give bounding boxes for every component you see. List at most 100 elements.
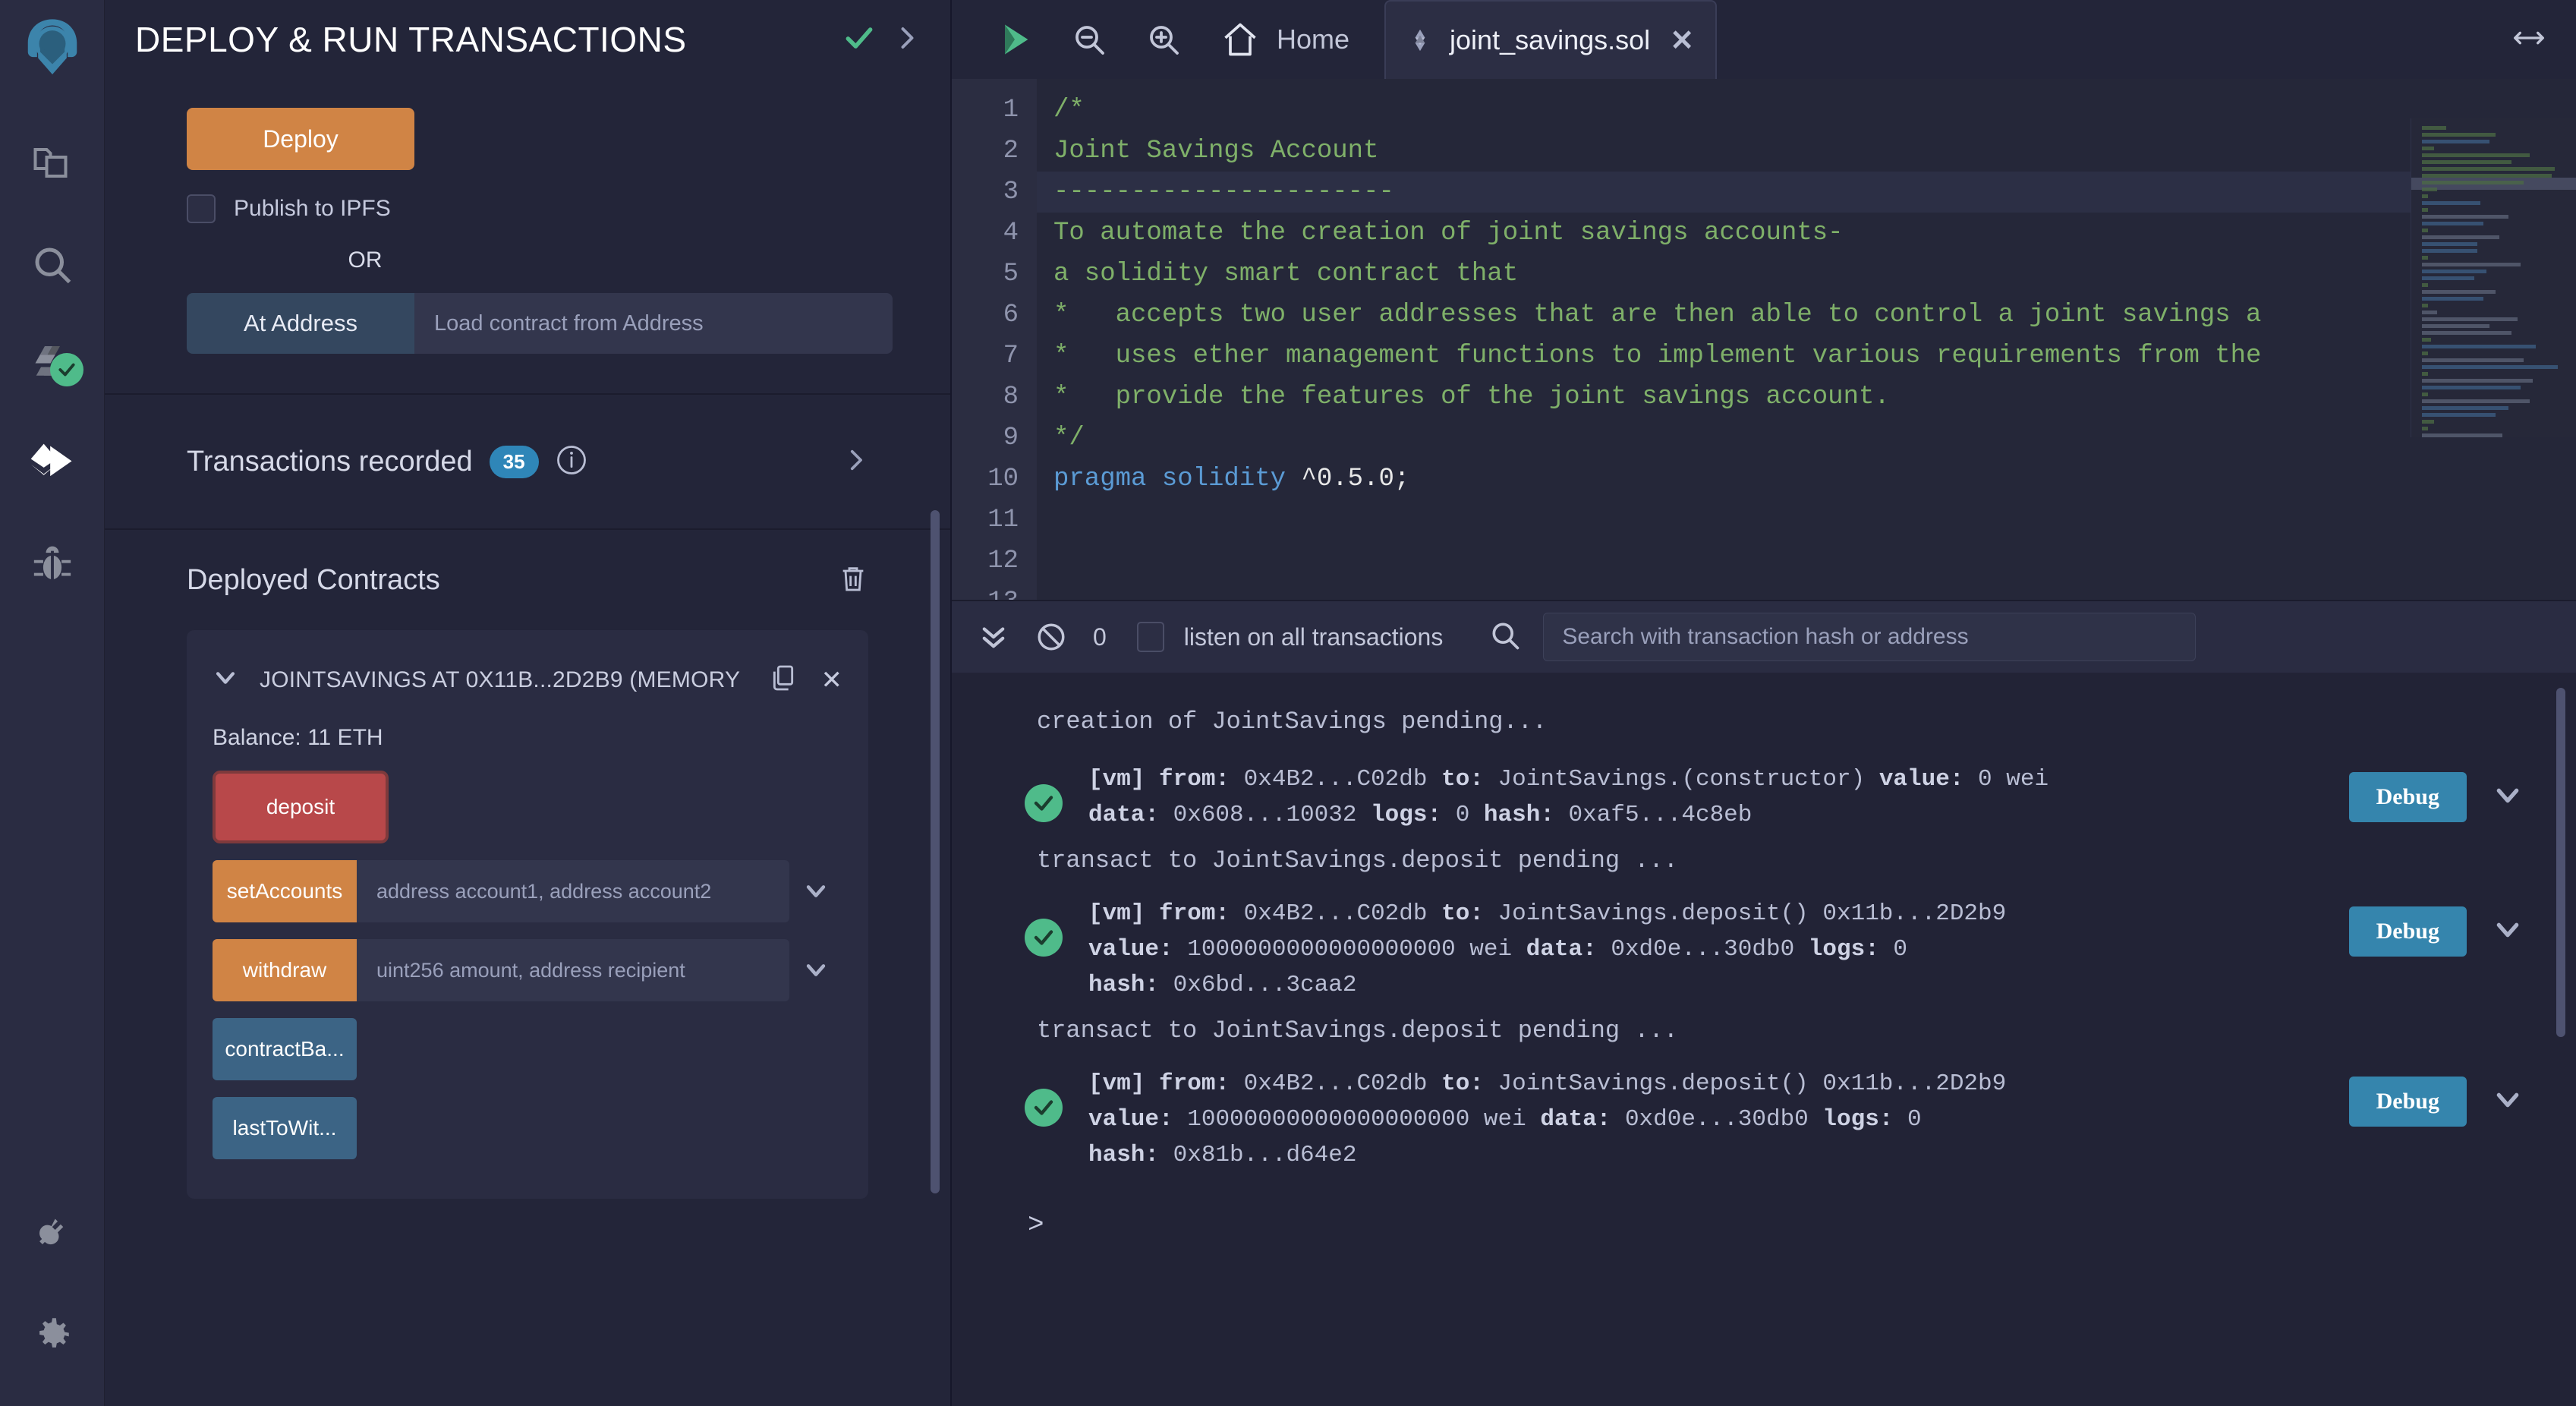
- deploy-section: Deploy Publish to IPFS OR At Address: [105, 79, 950, 354]
- transactions-recorded-row[interactable]: Transactions recorded 35: [105, 395, 950, 530]
- function-row-deposit: deposit: [213, 771, 842, 843]
- deploy-run-icon[interactable]: [0, 415, 105, 515]
- chevron-down-icon[interactable]: [213, 665, 238, 695]
- search-icon[interactable]: [0, 215, 105, 315]
- settings-icon[interactable]: [0, 1285, 105, 1385]
- listen-all-transactions-checkbox[interactable]: [1137, 622, 1164, 652]
- deploy-button[interactable]: Deploy: [187, 108, 414, 170]
- terminal-prompt[interactable]: >: [952, 1187, 2576, 1240]
- terminal-toolbar: 0 listen on all transactions: [952, 600, 2576, 673]
- plugin-manager-icon[interactable]: [0, 1184, 105, 1285]
- panel-chevron-right-icon[interactable]: [893, 21, 920, 58]
- code-minimap[interactable]: [2411, 118, 2576, 437]
- code-line: * uses ether management functions to imp…: [1037, 336, 2576, 377]
- compile-success-badge: [50, 353, 83, 386]
- at-address-input[interactable]: [414, 293, 893, 354]
- transaction-details: [vm] from: 0x4B2...C02db to: JointSaving…: [1088, 1066, 2349, 1173]
- line-number: 5: [952, 254, 1037, 295]
- function-row-contractbalance: contractBa...: [213, 1018, 842, 1080]
- trash-icon[interactable]: [838, 561, 868, 600]
- debug-button[interactable]: Debug: [2349, 772, 2467, 822]
- zoom-out-icon[interactable]: [1052, 21, 1126, 58]
- data-label: data:: [1526, 936, 1611, 963]
- transaction-details: [vm] from: 0x4B2...C02db to: JointSaving…: [1088, 761, 2349, 833]
- clear-console-icon[interactable]: [1035, 621, 1067, 653]
- from-value: 0x4B2...C02db: [1244, 766, 1441, 793]
- expand-setAccounts-icon[interactable]: [789, 860, 842, 922]
- line-number-gutter: 1 2 3 4 5 6 7 8 9 10 11 12 13: [952, 79, 1037, 600]
- value-label: value:: [1879, 766, 1978, 793]
- terminal-output[interactable]: creation of JointSavings pending... [vm]…: [952, 673, 2576, 1406]
- log-line: transact to JointSavings.deposit pending…: [952, 846, 2576, 882]
- vm-tag: [vm]: [1088, 900, 1159, 927]
- to-value: JointSavings.deposit() 0x11b...2D2b9: [1498, 900, 2007, 927]
- solidity-compiler-icon[interactable]: [0, 315, 105, 415]
- terminal-search-icon[interactable]: [1488, 619, 1522, 656]
- chevron-down-icon[interactable]: [2493, 915, 2523, 949]
- to-value: JointSavings.deposit() 0x11b...2D2b9: [1498, 1070, 2007, 1097]
- hash-label: hash:: [1088, 1142, 1173, 1168]
- chevron-down-icon[interactable]: [2493, 780, 2523, 815]
- zoom-in-icon[interactable]: [1126, 21, 1201, 58]
- line-number: 11: [952, 500, 1037, 541]
- terminal-search-input[interactable]: [1543, 613, 2196, 661]
- publish-ipfs-checkbox[interactable]: [187, 194, 216, 223]
- solidity-file-icon: [1407, 23, 1433, 58]
- chevron-down-icon[interactable]: [2493, 1085, 2523, 1119]
- terminal-scrollbar[interactable]: [2556, 688, 2565, 1037]
- debug-button[interactable]: Debug: [2349, 1077, 2467, 1127]
- home-tab-label: Home: [1277, 24, 1349, 55]
- code-keyword: pragma solidity: [1053, 465, 1301, 493]
- debug-button[interactable]: Debug: [2349, 906, 2467, 957]
- at-address-button[interactable]: At Address: [187, 293, 414, 354]
- code-text-area[interactable]: /* Joint Savings Account ---------------…: [1037, 79, 2576, 600]
- log-line: creation of JointSavings pending...: [952, 695, 2576, 748]
- function-row-setaccounts: setAccounts: [213, 860, 842, 922]
- logs-label: logs:: [1822, 1106, 1907, 1133]
- hash-value: 0x81b...d64e2: [1173, 1142, 1357, 1168]
- left-panel-scrollbar[interactable]: [931, 510, 940, 1193]
- to-label: to:: [1441, 766, 1497, 793]
- info-icon[interactable]: [556, 444, 587, 480]
- debugger-icon[interactable]: [0, 515, 105, 616]
- function-row-lasttowithdraw: lastToWit...: [213, 1097, 842, 1159]
- file-explorer-icon[interactable]: [0, 115, 105, 215]
- home-tab[interactable]: Home: [1220, 20, 1349, 59]
- run-script-icon[interactable]: [978, 20, 1052, 59]
- code-version: ^0.5.0;: [1301, 465, 1409, 493]
- tab-joint-savings-sol[interactable]: joint_savings.sol ✕: [1384, 0, 1717, 79]
- listen-all-transactions-label: listen on all transactions: [1184, 623, 1444, 651]
- hash-label: hash:: [1088, 972, 1173, 998]
- line-number: 1: [952, 90, 1037, 131]
- transactions-recorded-label: Transactions recorded: [187, 446, 473, 478]
- panel-check-icon[interactable]: [842, 21, 876, 58]
- hash-value: 0xaf5...4c8eb: [1569, 802, 1752, 828]
- success-check-icon: [1025, 919, 1063, 957]
- function-button-deposit[interactable]: deposit: [213, 771, 389, 843]
- expand-editor-icon[interactable]: [2509, 23, 2549, 57]
- chevron-right-icon[interactable]: [842, 443, 868, 481]
- value-amount: 0 wei: [1978, 766, 2049, 793]
- function-input-withdraw[interactable]: [357, 939, 789, 1001]
- code-line: Joint Savings Account: [1037, 131, 2576, 172]
- expand-withdraw-icon[interactable]: [789, 939, 842, 1001]
- or-separator-label: OR: [187, 247, 543, 273]
- publish-ipfs-label: Publish to IPFS: [234, 196, 391, 222]
- copy-icon[interactable]: [768, 660, 798, 699]
- function-button-withdraw[interactable]: withdraw: [213, 939, 357, 1001]
- remix-logo-icon[interactable]: [20, 15, 85, 84]
- deployed-contracts-header: Deployed Contracts: [105, 530, 950, 630]
- logs-value: 0: [1456, 802, 1484, 828]
- collapse-terminal-icon[interactable]: [978, 621, 1009, 653]
- close-contract-icon[interactable]: ✕: [821, 665, 843, 695]
- function-input-setAccounts[interactable]: [357, 860, 789, 922]
- function-button-contractBalance[interactable]: contractBa...: [213, 1018, 357, 1080]
- function-button-setAccounts[interactable]: setAccounts: [213, 860, 357, 922]
- line-number: 3: [952, 172, 1037, 213]
- publish-ipfs-row: Publish to IPFS: [187, 194, 868, 223]
- line-number: 2: [952, 131, 1037, 172]
- editor-and-terminal: Home joint_savings.sol ✕ 1 2 3: [952, 0, 2576, 1406]
- function-button-lastToWithdraw[interactable]: lastToWit...: [213, 1097, 357, 1159]
- close-icon[interactable]: ✕: [1670, 24, 1694, 58]
- code-line: To automate the creation of joint saving…: [1037, 213, 2576, 254]
